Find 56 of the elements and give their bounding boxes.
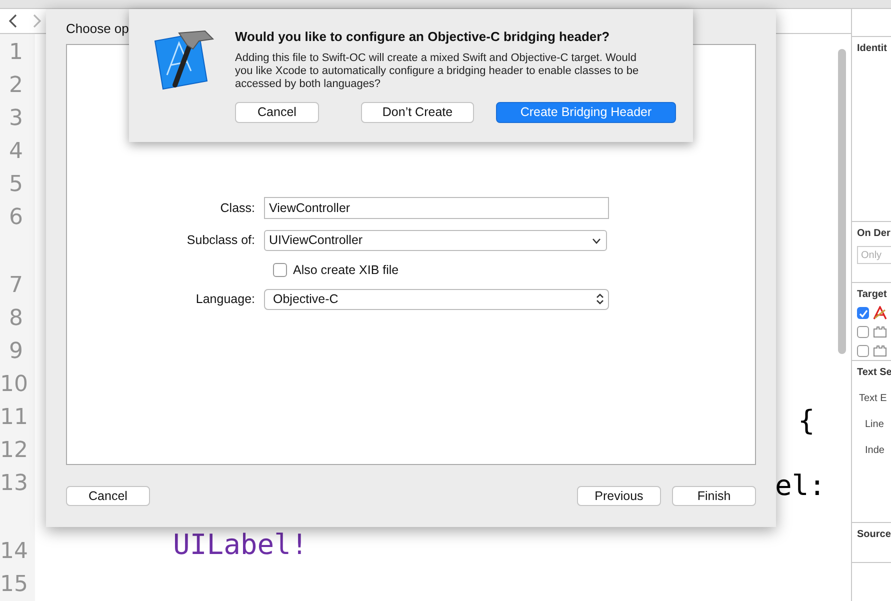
field-label: Text E: [858, 392, 888, 406]
code-text: UILabel!: [173, 528, 308, 562]
line-number: 4: [8, 138, 24, 166]
alert-button[interactable]: Cancel: [235, 102, 319, 122]
language-popup[interactable]: Objective-C: [264, 288, 609, 310]
dialog-button[interactable]: Finish: [672, 486, 756, 506]
checkbox[interactable]: [857, 345, 869, 357]
line-number: 2: [8, 72, 24, 100]
line-number: 8: [8, 305, 24, 333]
app-icon: [873, 306, 887, 320]
section-title: Source: [857, 528, 891, 542]
line-number: 7: [8, 272, 24, 300]
checkbox[interactable]: [273, 263, 287, 278]
line-number: 10: [0, 371, 29, 399]
section-title: Identit: [857, 42, 888, 56]
line-number: 12: [0, 437, 29, 465]
alert-button[interactable]: Create Bridging Header: [496, 102, 676, 122]
line-number: 13: [0, 470, 29, 498]
field-value: Objective-C: [273, 290, 338, 308]
brick-icon: [873, 326, 887, 338]
sheet-title: Choose op: [66, 20, 129, 38]
field-label: Language:: [194, 290, 256, 308]
subclass-combo-box[interactable]: UIViewController: [264, 230, 607, 251]
line-number: 6: [8, 204, 24, 232]
scrollbar[interactable]: [838, 49, 846, 354]
code-text: {: [798, 404, 815, 438]
line-number: 15: [0, 571, 29, 599]
dialog-button[interactable]: Previous: [577, 486, 661, 506]
line-number: 9: [8, 338, 24, 366]
chevron-down-icon: [592, 238, 601, 244]
line-number: 5: [8, 171, 24, 199]
field-label: Inde: [864, 444, 886, 458]
alert-title: Would you like to configure an Objective-C bridging header?: [235, 28, 611, 46]
back-icon[interactable]: [8, 14, 18, 28]
checkbox-label: Also create XIB file: [293, 262, 399, 279]
field-label: Class:: [219, 200, 256, 217]
field-value: UIViewController: [269, 232, 363, 250]
alert-button[interactable]: Don’t Create: [361, 102, 474, 122]
brick-icon: [873, 345, 887, 357]
up-down-arrows-icon: [596, 293, 604, 306]
input-field[interactable]: Only: [857, 246, 891, 264]
code-text: el:: [775, 469, 826, 503]
alert-message: Adding this file to Swift-OC will create a mixed Swift and Objective-C target. Would you like Xcode to automatically configure a bridging header to enable classes to be accessed by both languages?: [235, 52, 640, 90]
checkbox[interactable]: [857, 326, 869, 338]
class-field[interactable]: ViewController: [264, 197, 609, 219]
checkbox[interactable]: [857, 307, 869, 319]
line-number: 11: [0, 404, 29, 432]
field-label: Line: [864, 418, 885, 432]
line-number: 14: [0, 538, 29, 566]
line-number: 1: [8, 39, 24, 67]
dialog-button[interactable]: Cancel: [66, 486, 150, 506]
section-title: Target: [857, 288, 888, 302]
section-title: On Der: [857, 227, 891, 241]
field-label: Subclass of:: [186, 232, 256, 250]
forward-icon[interactable]: [32, 14, 42, 28]
line-number: 3: [8, 105, 24, 133]
